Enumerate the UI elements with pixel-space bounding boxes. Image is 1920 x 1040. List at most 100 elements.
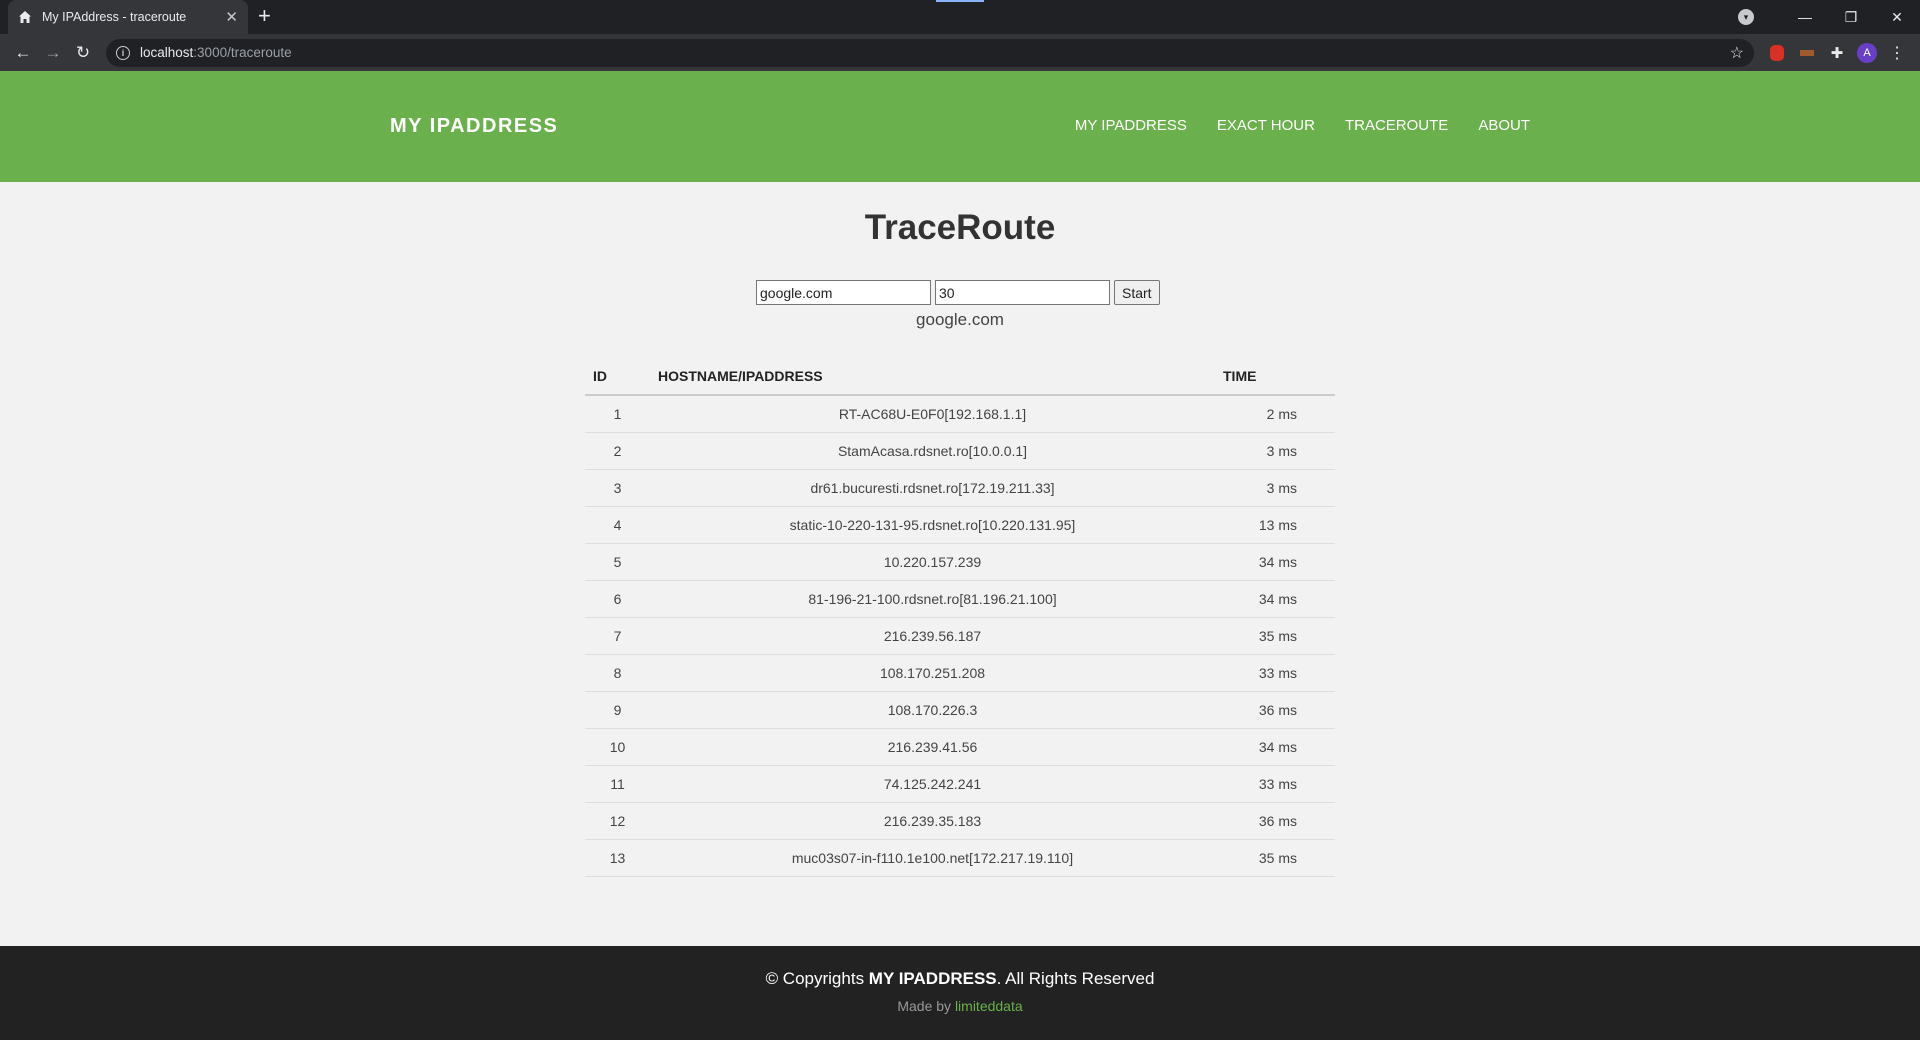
cell-id: 5 bbox=[585, 543, 650, 581]
cell-id: 2 bbox=[585, 432, 650, 470]
cell-id: 7 bbox=[585, 617, 650, 655]
cell-time: 36 ms bbox=[1215, 802, 1335, 840]
traceroute-table: ID HOSTNAME/IPADDRESS TIME 1 RT-AC68U-E0F… bbox=[585, 357, 1335, 877]
address-bar[interactable]: i localhost:3000/traceroute ☆ bbox=[106, 38, 1754, 67]
avatar: A bbox=[1857, 42, 1877, 63]
cell-time: 34 ms bbox=[1215, 728, 1335, 766]
table-row: 13 muc03s07-in-f110.1e100.net[172.217.19.… bbox=[585, 839, 1335, 877]
window-controls: ▾ — ❐ ✕ bbox=[1738, 0, 1920, 34]
main-nav: MY IPADDRESS EXACT HOUR TRACEROUTE ABOUT bbox=[1045, 117, 1530, 134]
column-header-host: HOSTNAME/IPADDRESS bbox=[650, 357, 1215, 396]
traceroute-form: Start bbox=[756, 280, 1160, 305]
table-row: 2 StamAcasa.rdsnet.ro[10.0.0.1] 3 ms bbox=[585, 432, 1335, 470]
cell-host: RT-AC68U-E0F0[192.168.1.1] bbox=[650, 395, 1215, 433]
reload-icon[interactable]: ↻ bbox=[68, 38, 98, 68]
start-button[interactable]: Start bbox=[1114, 280, 1160, 305]
cell-id: 10 bbox=[585, 728, 650, 766]
extension-adblock-icon[interactable] bbox=[1762, 38, 1792, 68]
cell-id: 1 bbox=[585, 395, 650, 433]
profile-avatar[interactable]: A bbox=[1852, 38, 1882, 68]
cell-host: 216.239.56.187 bbox=[650, 617, 1215, 655]
cell-host: muc03s07-in-f110.1e100.net[172.217.19.11… bbox=[650, 839, 1215, 877]
table-row: 11 74.125.242.241 33 ms bbox=[585, 765, 1335, 803]
cell-host: dr61.bucuresti.rdsnet.ro[172.19.211.33] bbox=[650, 469, 1215, 507]
browser-tab[interactable]: My IPAddress - traceroute ✕ bbox=[8, 0, 248, 34]
close-tab-icon[interactable]: ✕ bbox=[225, 8, 238, 26]
new-tab-icon[interactable]: + bbox=[258, 5, 271, 27]
restore-icon[interactable]: ❐ bbox=[1828, 9, 1874, 26]
cell-host: StamAcasa.rdsnet.ro[10.0.0.1] bbox=[650, 432, 1215, 470]
site-info-icon[interactable]: i bbox=[116, 45, 130, 60]
cell-id: 8 bbox=[585, 654, 650, 692]
table-row: 6 81-196-21-100.rdsnet.ro[81.196.21.100] 3… bbox=[585, 580, 1335, 618]
cell-time: 3 ms bbox=[1215, 469, 1335, 507]
table-row: 7 216.239.56.187 35 ms bbox=[585, 617, 1335, 655]
cell-id: 11 bbox=[585, 765, 650, 803]
table-row: 1 RT-AC68U-E0F0[192.168.1.1] 2 ms bbox=[585, 395, 1335, 433]
table-row: 4 static-10-220-131-95.rdsnet.ro[10.220.1… bbox=[585, 506, 1335, 544]
made-by-label: Made by bbox=[897, 998, 955, 1014]
cell-host: 10.220.157.239 bbox=[650, 543, 1215, 581]
cell-time: 35 ms bbox=[1215, 839, 1335, 877]
table-row: 5 10.220.157.239 34 ms bbox=[585, 543, 1335, 581]
cell-id: 12 bbox=[585, 802, 650, 840]
cell-time: 36 ms bbox=[1215, 691, 1335, 729]
column-header-time: TIME bbox=[1215, 357, 1335, 396]
minimize-icon[interactable]: — bbox=[1782, 9, 1828, 25]
forward-icon[interactable]: → bbox=[38, 38, 68, 68]
cell-host: 216.239.41.56 bbox=[650, 728, 1215, 766]
main-content: TraceRoute Start google.com ID HOSTNAME/… bbox=[0, 182, 1920, 946]
home-icon bbox=[19, 11, 31, 23]
tab-title: My IPAddress - traceroute bbox=[42, 10, 187, 24]
copyright-brand: MY IPADDRESS bbox=[868, 969, 997, 988]
cell-id: 4 bbox=[585, 506, 650, 544]
cell-host: static-10-220-131-95.rdsnet.ro[10.220.13… bbox=[650, 506, 1215, 544]
nav-exact-hour[interactable]: EXACT HOUR bbox=[1217, 117, 1315, 134]
site-footer: © Copyrights MY IPADDRESS. All Rights Re… bbox=[0, 946, 1920, 1040]
browser-tabbar: My IPAddress - traceroute ✕ + ▾ — ❐ ✕ bbox=[0, 0, 1920, 34]
cell-host: 216.239.35.183 bbox=[650, 802, 1215, 840]
made-by: Made by limiteddata bbox=[0, 998, 1920, 1014]
bookmark-star-icon[interactable]: ☆ bbox=[1730, 43, 1744, 63]
cell-time: 35 ms bbox=[1215, 617, 1335, 655]
back-icon[interactable]: ← bbox=[8, 38, 38, 68]
table-row: 3 dr61.bucuresti.rdsnet.ro[172.19.211.33]… bbox=[585, 469, 1335, 507]
menu-kebab-icon[interactable]: ⋮ bbox=[1882, 38, 1912, 68]
copyright-suffix: . All Rights Reserved bbox=[996, 969, 1155, 988]
table-row: 9 108.170.226.3 36 ms bbox=[585, 691, 1335, 729]
extension-bar-icon[interactable] bbox=[1792, 38, 1822, 68]
site-header: MY IPADDRESS MY IPADDRESS EXACT HOUR TRA… bbox=[0, 71, 1920, 182]
copyright-text: © Copyrights MY IPADDRESS. All Rights Re… bbox=[0, 969, 1920, 989]
cell-time: 34 ms bbox=[1215, 543, 1335, 581]
nav-about[interactable]: ABOUT bbox=[1478, 117, 1530, 134]
cell-time: 3 ms bbox=[1215, 432, 1335, 470]
cell-time: 34 ms bbox=[1215, 580, 1335, 618]
url-host: localhost bbox=[140, 45, 194, 60]
brand-logo[interactable]: MY IPADDRESS bbox=[390, 115, 558, 138]
cell-id: 6 bbox=[585, 580, 650, 618]
cell-time: 33 ms bbox=[1215, 765, 1335, 803]
cell-host: 108.170.226.3 bbox=[650, 691, 1215, 729]
tab-indicator bbox=[936, 0, 984, 2]
cell-time: 33 ms bbox=[1215, 654, 1335, 692]
nav-traceroute[interactable]: TRACEROUTE bbox=[1345, 117, 1448, 134]
extensions-puzzle-icon[interactable]: ✚ bbox=[1822, 38, 1852, 68]
table-header-row: ID HOSTNAME/IPADDRESS TIME bbox=[585, 357, 1335, 396]
table-body: 1 RT-AC68U-E0F0[192.168.1.1] 2 ms 2 StamAcas… bbox=[585, 395, 1335, 877]
url-path: :3000/traceroute bbox=[193, 45, 292, 60]
nav-my-ipaddress[interactable]: MY IPADDRESS bbox=[1075, 117, 1187, 134]
target-display: google.com bbox=[916, 310, 1004, 329]
page-title: TraceRoute bbox=[864, 208, 1056, 247]
table-row: 12 216.239.35.183 36 ms bbox=[585, 802, 1335, 840]
author-link[interactable]: limiteddata bbox=[955, 998, 1023, 1014]
cell-time: 2 ms bbox=[1215, 395, 1335, 433]
browser-toolbar: ← → ↻ i localhost:3000/traceroute ☆ ✚ A … bbox=[0, 34, 1920, 71]
host-input[interactable] bbox=[756, 280, 931, 305]
cell-time: 13 ms bbox=[1215, 506, 1335, 544]
tab-search-icon[interactable]: ▾ bbox=[1738, 9, 1754, 25]
close-window-icon[interactable]: ✕ bbox=[1874, 9, 1920, 26]
table-row: 8 108.170.251.208 33 ms bbox=[585, 654, 1335, 692]
max-hops-input[interactable] bbox=[935, 280, 1110, 305]
copyright-prefix: © Copyrights bbox=[765, 969, 869, 988]
cell-id: 13 bbox=[585, 839, 650, 877]
